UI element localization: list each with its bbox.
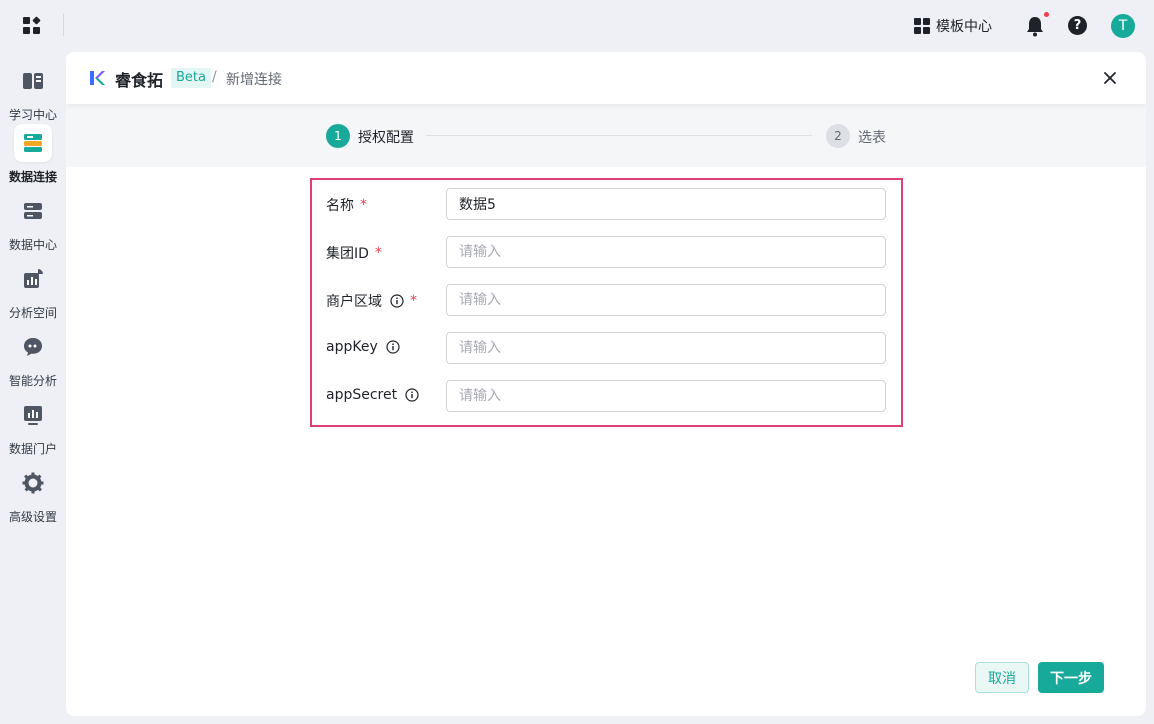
info-icon[interactable]: [405, 388, 419, 402]
required-mark: *: [360, 197, 367, 213]
breadcrumb-current: 新增连接: [226, 72, 282, 88]
field-label: appKey: [326, 339, 378, 355]
sidebar-item-advanced-settings[interactable]: 高级设置: [0, 464, 66, 528]
required-mark: *: [374, 245, 382, 261]
name-input[interactable]: [446, 188, 886, 220]
template-grid-icon: [914, 18, 930, 34]
form-row-merchant-region: 商户区域 *: [312, 284, 901, 316]
sidebar-item-learning-center[interactable]: 学习中心: [0, 62, 66, 126]
authorization-form: 名称 * 集团ID * 商户区域 *: [310, 178, 903, 427]
step-label: 授权配置: [358, 130, 414, 146]
top-divider: [63, 14, 64, 36]
breadcrumb-separator: /: [212, 69, 217, 85]
top-bar: 模板中心 ? T: [0, 0, 1154, 52]
sidebar-item-label: 智能分析: [8, 374, 57, 388]
sidebar-item-label: 学习中心: [8, 108, 57, 122]
learning-center-icon: [23, 73, 43, 89]
sidebar-item-smart-analysis[interactable]: 智能分析: [0, 328, 66, 392]
field-label: appSecret: [326, 387, 398, 403]
sidebar-item-label: 数据中心: [8, 238, 57, 252]
next-step-button[interactable]: 下一步: [1038, 662, 1104, 693]
new-connection-panel: 睿食拓 Beta / 新增连接 1 授权配置 2 选表 名称 * 数据5 集团I…: [66, 52, 1146, 716]
form-row-group-id: 集团ID *: [312, 236, 901, 268]
sidebar-item-label: 数据连接: [8, 170, 57, 184]
cancel-button[interactable]: 取消: [975, 662, 1029, 693]
beta-badge: Beta: [171, 68, 211, 88]
help-icon[interactable]: ?: [1068, 16, 1087, 35]
step-number: 2: [826, 124, 850, 148]
form-row-name: 名称 *: [312, 188, 901, 220]
advanced-settings-icon: [22, 472, 44, 494]
step-number: 1: [326, 124, 350, 148]
field-label: 商户区域: [326, 294, 382, 310]
close-icon[interactable]: [1100, 68, 1120, 88]
data-connection-icon: [24, 134, 42, 152]
app-secret-input[interactable]: [446, 380, 886, 412]
sidebar-item-analysis-space[interactable]: 分析空间: [0, 260, 66, 324]
smart-analysis-icon: [24, 338, 42, 356]
merchant-region-input[interactable]: [446, 284, 886, 316]
field-label: 集团ID: [326, 246, 369, 262]
panel-header: 睿食拓 Beta / 新增连接: [66, 52, 1146, 104]
sidebar: 学习中心 数据连接 数据中心 分析空间 智能分析 数据门户 高级设置: [0, 52, 66, 724]
data-center-icon: [24, 203, 42, 219]
app-key-input[interactable]: [446, 332, 886, 364]
form-row-app-secret: appSecret: [312, 380, 901, 412]
step-label: 选表: [858, 130, 886, 146]
sidebar-item-label: 高级设置: [8, 510, 57, 524]
notification-dot: [1044, 12, 1049, 17]
user-avatar[interactable]: T: [1111, 14, 1135, 38]
sidebar-item-data-connection[interactable]: 数据连接: [0, 124, 66, 188]
info-icon[interactable]: [390, 294, 404, 308]
info-icon[interactable]: [386, 340, 400, 354]
app-grid-icon[interactable]: [22, 16, 42, 36]
sidebar-item-data-center[interactable]: 数据中心: [0, 192, 66, 256]
brand-name: 睿食拓: [115, 71, 164, 90]
field-label: 名称: [326, 198, 354, 214]
sidebar-item-data-portal[interactable]: 数据门户: [0, 396, 66, 460]
brand-logo-icon: [90, 71, 105, 85]
sidebar-item-label: 数据门户: [8, 442, 57, 456]
group-id-input[interactable]: [446, 236, 886, 268]
step-connector-line: [426, 135, 812, 136]
template-center-button[interactable]: 模板中心: [914, 14, 992, 38]
sidebar-item-label: 分析空间: [8, 306, 57, 320]
form-row-app-key: appKey: [312, 332, 901, 364]
template-center-label: 模板中心: [936, 19, 992, 35]
notification-bell-icon[interactable]: [1025, 15, 1045, 37]
analysis-space-icon: [24, 269, 43, 288]
data-portal-icon: [24, 406, 42, 425]
required-mark: *: [410, 293, 417, 309]
